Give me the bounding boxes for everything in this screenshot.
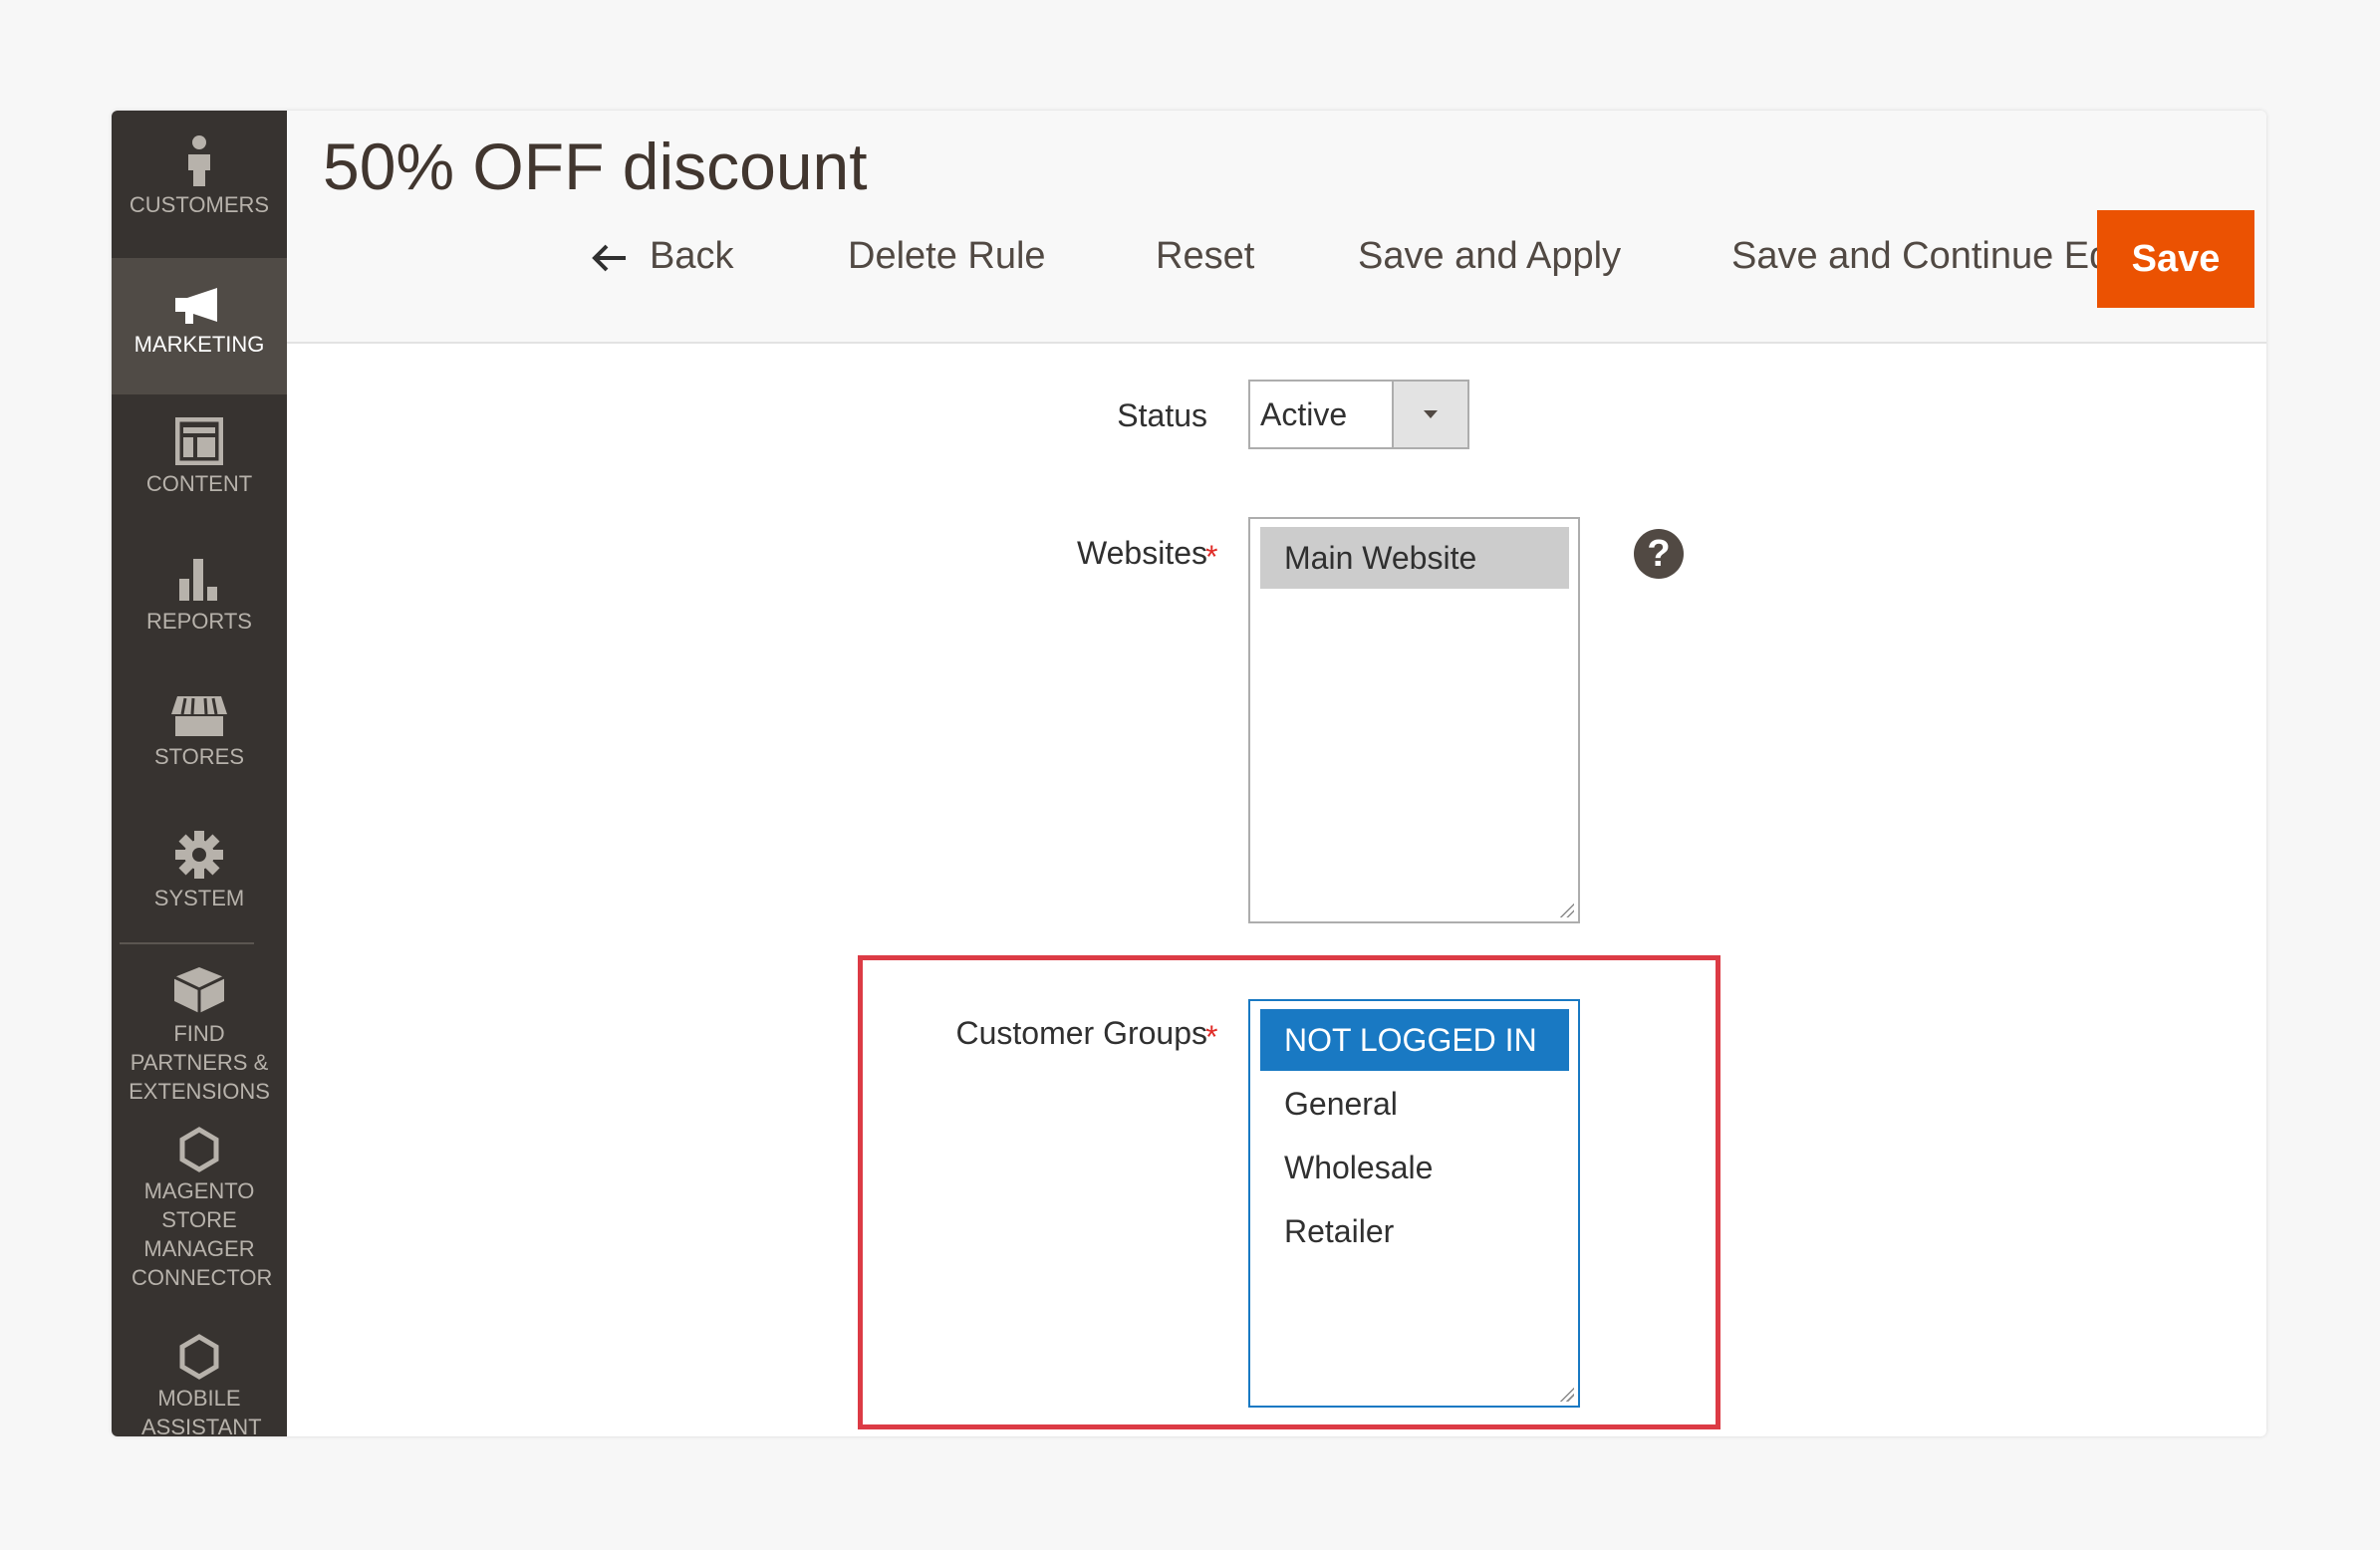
sidebar-item-system[interactable]: SYSTEM <box>112 830 287 912</box>
bar-chart-icon <box>179 559 217 601</box>
person-icon <box>188 135 210 186</box>
dropdown-toggle[interactable] <box>1392 382 1467 447</box>
sidebar-item-label: SYSTEM <box>153 886 245 910</box>
websites-label: Websites <box>1076 535 1207 571</box>
status-value: Active <box>1260 396 1348 432</box>
store-icon <box>171 696 227 736</box>
websites-option[interactable]: Main Website <box>1260 527 1569 589</box>
save-and-continue-button[interactable]: Save and Continue Edit <box>1731 228 2129 284</box>
sidebar-item-reports[interactable]: REPORTS <box>112 555 287 636</box>
sidebar-item-label: CONTENT <box>145 471 253 496</box>
sidebar-item-label: REPORTS <box>146 609 252 634</box>
sidebar-item-label: STORES <box>153 744 245 769</box>
blocks-icon <box>173 967 225 1013</box>
layout-icon <box>175 417 223 465</box>
sidebar-item-marketing[interactable]: MARKETING <box>112 258 287 394</box>
reset-button[interactable]: Reset <box>1156 228 1254 284</box>
resize-handle[interactable] <box>1558 902 1574 917</box>
required-marker: * <box>1205 539 1218 575</box>
hexagon-icon <box>179 1334 219 1380</box>
back-label: Back <box>650 235 734 277</box>
sidebar-item-label: MAGENTO STORE MANAGER CONNECTOR <box>132 1178 273 1290</box>
save-button[interactable]: Save <box>2097 210 2254 308</box>
sidebar-item-content[interactable]: CONTENT <box>112 417 287 498</box>
sidebar-item-label: MOBILE ASSISTANT <box>141 1386 262 1436</box>
megaphone-icon <box>175 288 217 324</box>
websites-multiselect[interactable]: Main Website <box>1248 517 1580 923</box>
sidebar-item-label: FIND PARTNERS & EXTENSIONS <box>129 1021 270 1104</box>
help-icon[interactable]: ? <box>1634 529 1684 579</box>
sidebar-item-label: CUSTOMERS <box>129 192 270 217</box>
sidebar-item-store-manager[interactable]: MAGENTO STORE MANAGER CONNECTOR <box>112 1127 287 1292</box>
status-label: Status <box>1117 397 1207 433</box>
arrow-left-icon <box>592 244 626 272</box>
status-select[interactable]: Active <box>1248 380 1469 449</box>
admin-window: CUSTOMERS MARKETING CONTENT REPORTS STOR… <box>112 111 2266 1436</box>
hexagon-icon <box>179 1127 219 1172</box>
delete-rule-button[interactable]: Delete Rule <box>848 228 1046 284</box>
sidebar-item-customers[interactable]: CUSTOMERS <box>112 134 287 219</box>
admin-sidebar: CUSTOMERS MARKETING CONTENT REPORTS STOR… <box>112 111 287 1436</box>
page-title: 50% OFF discount <box>323 129 868 203</box>
highlight-box <box>858 955 1720 1429</box>
sidebar-item-label: MARKETING <box>133 332 265 357</box>
page-header: 50% OFF discount Back Delete Rule Reset … <box>287 111 2266 344</box>
sidebar-item-mobile-assistant[interactable]: MOBILE ASSISTANT <box>112 1334 287 1436</box>
save-and-apply-button[interactable]: Save and Apply <box>1358 228 1621 284</box>
gear-icon <box>175 831 223 879</box>
sidebar-divider <box>120 942 254 944</box>
back-button[interactable]: Back <box>592 228 733 284</box>
sidebar-item-stores[interactable]: STORES <box>112 694 287 771</box>
sidebar-item-find-partners[interactable]: FIND PARTNERS & EXTENSIONS <box>112 965 287 1106</box>
chevron-down-icon <box>1424 410 1438 418</box>
